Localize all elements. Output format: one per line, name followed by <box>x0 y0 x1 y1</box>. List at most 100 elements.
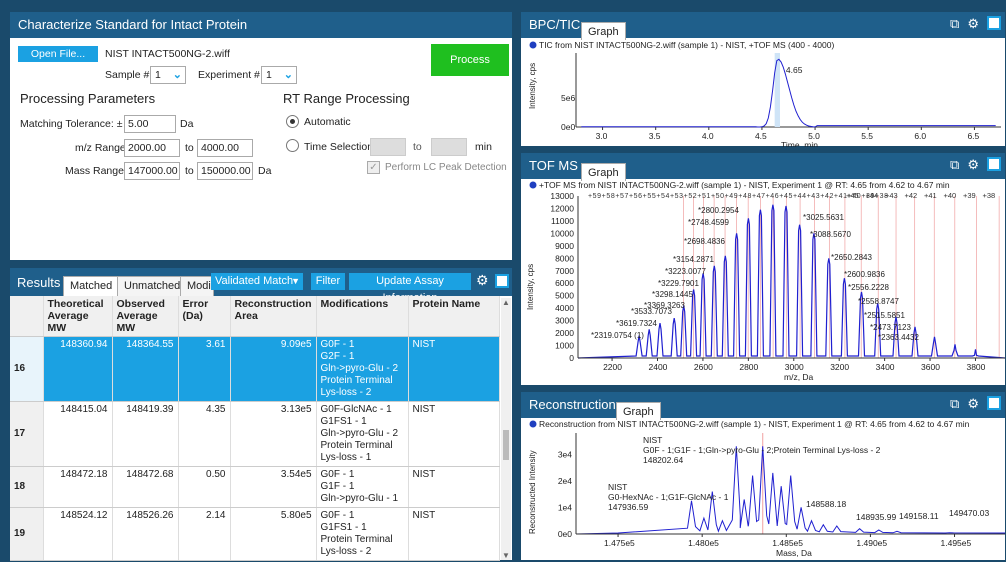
mass-to-input[interactable]: 150000.00 <box>197 162 253 180</box>
time-unit: min <box>475 141 492 153</box>
table-row[interactable]: 17 148415.04 148419.39 4.35 3.13e5 G0F-GlcNAc… <box>10 401 500 467</box>
scroll-down-arrow[interactable]: ▼ <box>502 551 510 560</box>
copy-icon[interactable]: ⧉ <box>950 16 959 32</box>
x-tick-label: 3.5 <box>649 131 661 141</box>
cell-recon-area: 3.54e5 <box>230 466 317 508</box>
copy-icon[interactable]: ⧉ <box>950 396 959 412</box>
filter-button[interactable]: Filter <box>311 273 345 290</box>
process-button[interactable]: Process <box>431 44 509 76</box>
mz-to-input[interactable]: 4000.00 <box>197 139 253 157</box>
peak-label: 148588.18 <box>806 499 846 509</box>
bpc-panel: BPC/TIC Graph ⧉ ⚙ TIC from NIST INTACT500… <box>520 11 1006 147</box>
tof-graph-tab[interactable]: Graph <box>581 163 626 181</box>
x-tick-label: 1.490e5 <box>856 538 887 548</box>
annotation-line: 147936.59 <box>608 502 648 512</box>
maximize-icon[interactable] <box>987 396 1001 410</box>
time-from-input[interactable] <box>370 138 406 156</box>
x-tick-label: 6.5 <box>967 131 979 141</box>
x-tick-label: 1.475e5 <box>604 538 635 548</box>
row-index: 18 <box>10 466 44 508</box>
maximize-icon[interactable] <box>495 274 509 288</box>
tab-modifications[interactable]: Modi <box>180 276 214 296</box>
maximize-icon[interactable] <box>987 16 1001 30</box>
recon-chart: Reconstruction from NIST INTACT500NG-2.w… <box>528 419 1005 558</box>
modification-item: G0F - 1 <box>320 469 355 480</box>
reconstruction-trace <box>575 446 1005 535</box>
x-tick-label: 3.0 <box>596 131 608 141</box>
cell-recon-area: 5.80e5 <box>230 507 317 561</box>
time-selection-radio[interactable] <box>286 139 299 152</box>
maximize-icon[interactable] <box>987 157 1001 171</box>
recon-title: Reconstruction <box>521 392 1005 418</box>
gear-icon[interactable]: ⚙ <box>967 157 979 173</box>
charge-state-labels: +59+58+57+56+55+54+53+52+51+50+49+48+47+… <box>588 193 888 200</box>
peak-label: *3223.0077 <box>665 267 706 276</box>
peak-label: *2363.4432 <box>878 333 919 342</box>
table-row[interactable]: 19 148524.12 148526.26 2.14 5.80e5 G0F - 1 G1F… <box>10 507 500 561</box>
gear-icon[interactable]: ⚙ <box>476 272 489 289</box>
bpc-graph-tab[interactable]: Graph <box>581 22 626 40</box>
experiment-select[interactable]: 1 ⌄ <box>261 66 297 84</box>
charge-state-label: +41 <box>924 191 937 200</box>
cell-protein-name: NIST <box>408 401 500 467</box>
peak-label: *2650.2843 <box>831 253 872 262</box>
copy-icon[interactable]: ⧉ <box>950 157 959 173</box>
recon-graph-tab[interactable]: Graph <box>616 402 661 420</box>
col-recon-area[interactable]: Reconstruction Area <box>230 296 317 337</box>
charge-state-label: +45 <box>846 191 859 200</box>
col-theoretical[interactable]: Theoretical Average MW <box>43 296 113 337</box>
matching-tolerance-unit: Da <box>180 118 194 130</box>
col-protein-name[interactable]: Protein Name <box>408 296 500 337</box>
lc-peak-checkbox[interactable]: ✓ <box>367 161 380 174</box>
table-row[interactable]: 18 148472.18 148472.68 0.50 3.54e5 G0F - 1 G1F… <box>10 466 500 508</box>
table-row[interactable]: 16 148360.94 148364.55 3.61 9.09e5 G0F - 1 G2F… <box>10 336 500 402</box>
peak-label: *2748.4599 <box>688 218 729 227</box>
tab-matched[interactable]: Matched <box>63 276 120 296</box>
sample-select[interactable]: 1 ⌄ <box>150 66 186 84</box>
x-tick-label: 1.485e5 <box>772 538 803 548</box>
results-panel: Results Matched Unmatched Modi Validated… <box>9 267 513 561</box>
x-tick-label: 1.495e5 <box>941 538 972 548</box>
x-tick-label: 3400 <box>876 362 895 372</box>
y-axis-label: Intensity, cps <box>526 264 535 310</box>
col-error[interactable]: Error (Da) <box>178 296 231 337</box>
cell-protein-name: NIST <box>408 336 500 402</box>
gear-icon[interactable]: ⚙ <box>967 396 979 412</box>
automatic-label: Automatic <box>304 116 351 128</box>
row-index: 16 <box>10 336 44 402</box>
scroll-thumb[interactable] <box>503 430 509 460</box>
open-file-button[interactable]: Open File... <box>18 46 98 62</box>
characterize-title: Characterize Standard for Intact Protein <box>10 12 512 38</box>
modification-item: Gln->pyro-Glu - 1 <box>320 493 399 504</box>
col-modifications[interactable]: Modifications <box>316 296 409 337</box>
y-tick-label: 4000 <box>555 303 574 313</box>
cell-theoretical: 148524.12 <box>43 507 113 561</box>
cell-recon-area: 9.09e5 <box>230 336 317 402</box>
x-tick-label: 2200 <box>603 362 622 372</box>
peak-label: *3088.5670 <box>810 230 851 239</box>
bpc-toolbar: ⧉ ⚙ <box>950 16 1001 32</box>
cell-theoretical: 148415.04 <box>43 401 113 467</box>
recon-panel: Reconstruction Graph ⧉ ⚙ Reconstruction f… <box>520 391 1006 561</box>
matching-tolerance-input[interactable]: 5.00 <box>124 115 176 133</box>
x-tick-label: 4.0 <box>702 131 714 141</box>
cell-observed: 148526.26 <box>112 507 179 561</box>
cell-error: 4.35 <box>178 401 231 467</box>
vertical-scrollbar[interactable]: ▲ ▼ <box>501 298 511 560</box>
update-assay-button[interactable]: Update Assay Information <box>349 273 471 304</box>
time-to-input[interactable] <box>431 138 467 156</box>
peak-label: *3025.5631 <box>803 213 844 222</box>
tab-unmatched[interactable]: Unmatched <box>117 276 188 296</box>
col-observed[interactable]: Observed Average MW <box>112 296 179 337</box>
gear-icon[interactable]: ⚙ <box>967 16 979 32</box>
modification-item: Protein Terminal Lys-loss - 2 <box>320 375 393 398</box>
cell-recon-area: 3.13e5 <box>230 401 317 467</box>
mz-from-input[interactable]: 2000.00 <box>124 139 180 157</box>
x-tick-label: 1.480e5 <box>688 538 719 548</box>
scroll-up-arrow[interactable]: ▲ <box>502 298 510 307</box>
y-tick-label: 13000 <box>550 191 574 201</box>
validated-match-dropdown[interactable]: Validated Match ▼ <box>211 273 303 290</box>
mass-from-input[interactable]: 147000.00 <box>124 162 180 180</box>
y-tick-label: 1e4 <box>558 502 572 512</box>
automatic-radio[interactable] <box>286 115 299 128</box>
